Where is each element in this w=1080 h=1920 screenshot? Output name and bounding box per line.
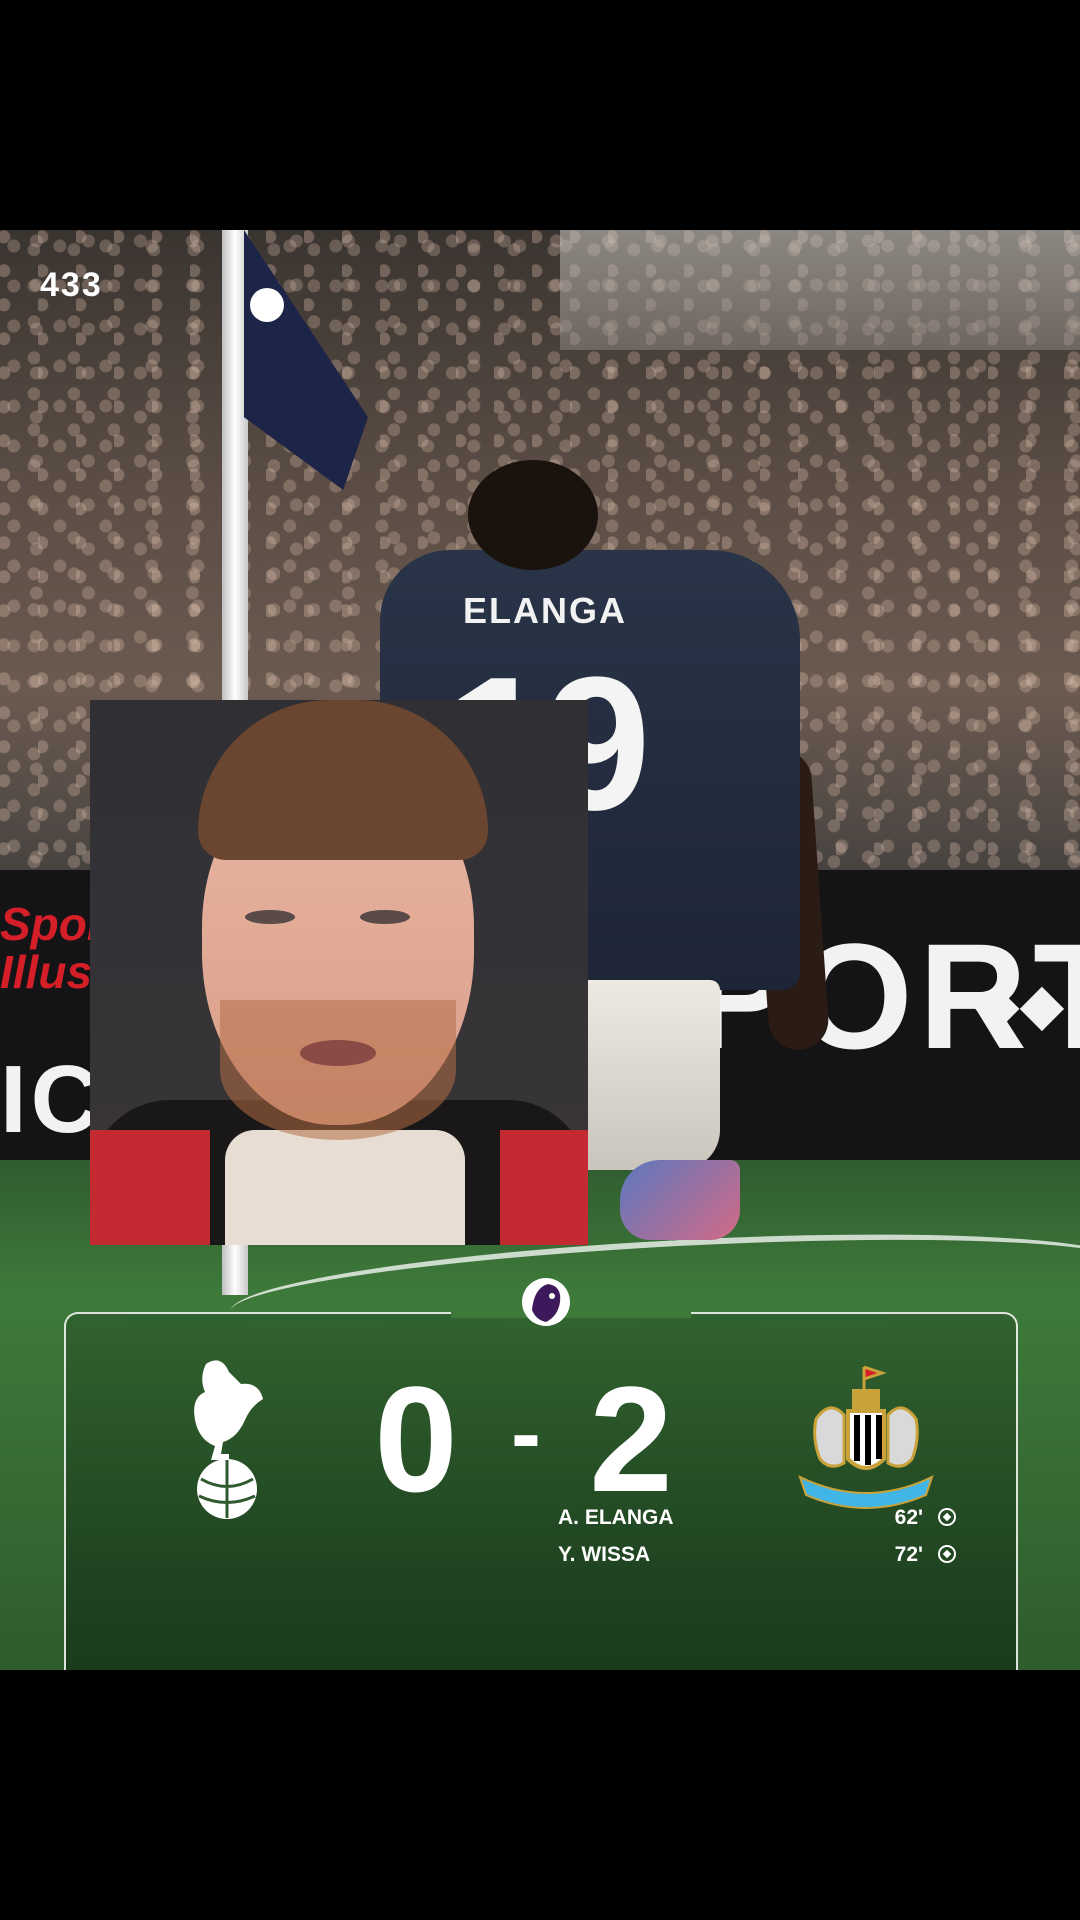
scorer-row: Y. WISSA 72' bbox=[558, 1543, 958, 1573]
presenter-mouth bbox=[300, 1040, 376, 1066]
score-panel: 0 - 2 A. ELANGA 62' Y. WISSA 72' bbox=[64, 1278, 1018, 1670]
ad-diamond-symbol: ◆◆ bbox=[975, 972, 1065, 1037]
presenter-hair bbox=[198, 700, 488, 860]
scorer-minute: 62' bbox=[894, 1506, 923, 1529]
scorer-name: A. ELANGA bbox=[558, 1506, 674, 1529]
score-separator: - bbox=[511, 1384, 541, 1484]
presenter-collar-left bbox=[90, 1130, 210, 1245]
video-frame: SportsIllustrat ICKET PORT ◆◆ ELANGA 19 … bbox=[0, 230, 1080, 1670]
football-icon bbox=[938, 1545, 956, 1563]
presenter-eye-left bbox=[245, 910, 295, 924]
scorer-row: A. ELANGA 62' bbox=[558, 1506, 958, 1536]
scorer-minute: 72' bbox=[894, 1543, 923, 1566]
presenter-collar-right bbox=[500, 1130, 588, 1245]
premier-league-lion-icon bbox=[522, 1278, 570, 1326]
presenter-shirt bbox=[225, 1130, 465, 1245]
away-score: 2 bbox=[589, 1355, 673, 1523]
player-head bbox=[468, 460, 598, 570]
football-icon bbox=[938, 1508, 956, 1526]
player-boot bbox=[620, 1160, 740, 1240]
scorer-name: Y. WISSA bbox=[558, 1543, 651, 1566]
stadium-stand bbox=[560, 230, 1080, 350]
presenter-eye-right bbox=[360, 910, 410, 924]
presenter-beard bbox=[220, 1000, 456, 1140]
flag-ball-emblem bbox=[250, 288, 284, 322]
webcam-overlay bbox=[90, 700, 588, 1245]
shirt-name: ELANGA bbox=[463, 590, 627, 631]
433-logo: 433 bbox=[40, 266, 103, 304]
tottenham-cockerel-crest-icon bbox=[194, 1360, 263, 1519]
newcastle-united-crest-icon bbox=[798, 1365, 934, 1509]
scoreline: 0 - 2 bbox=[336, 1359, 736, 1519]
home-score: 0 bbox=[374, 1355, 458, 1523]
